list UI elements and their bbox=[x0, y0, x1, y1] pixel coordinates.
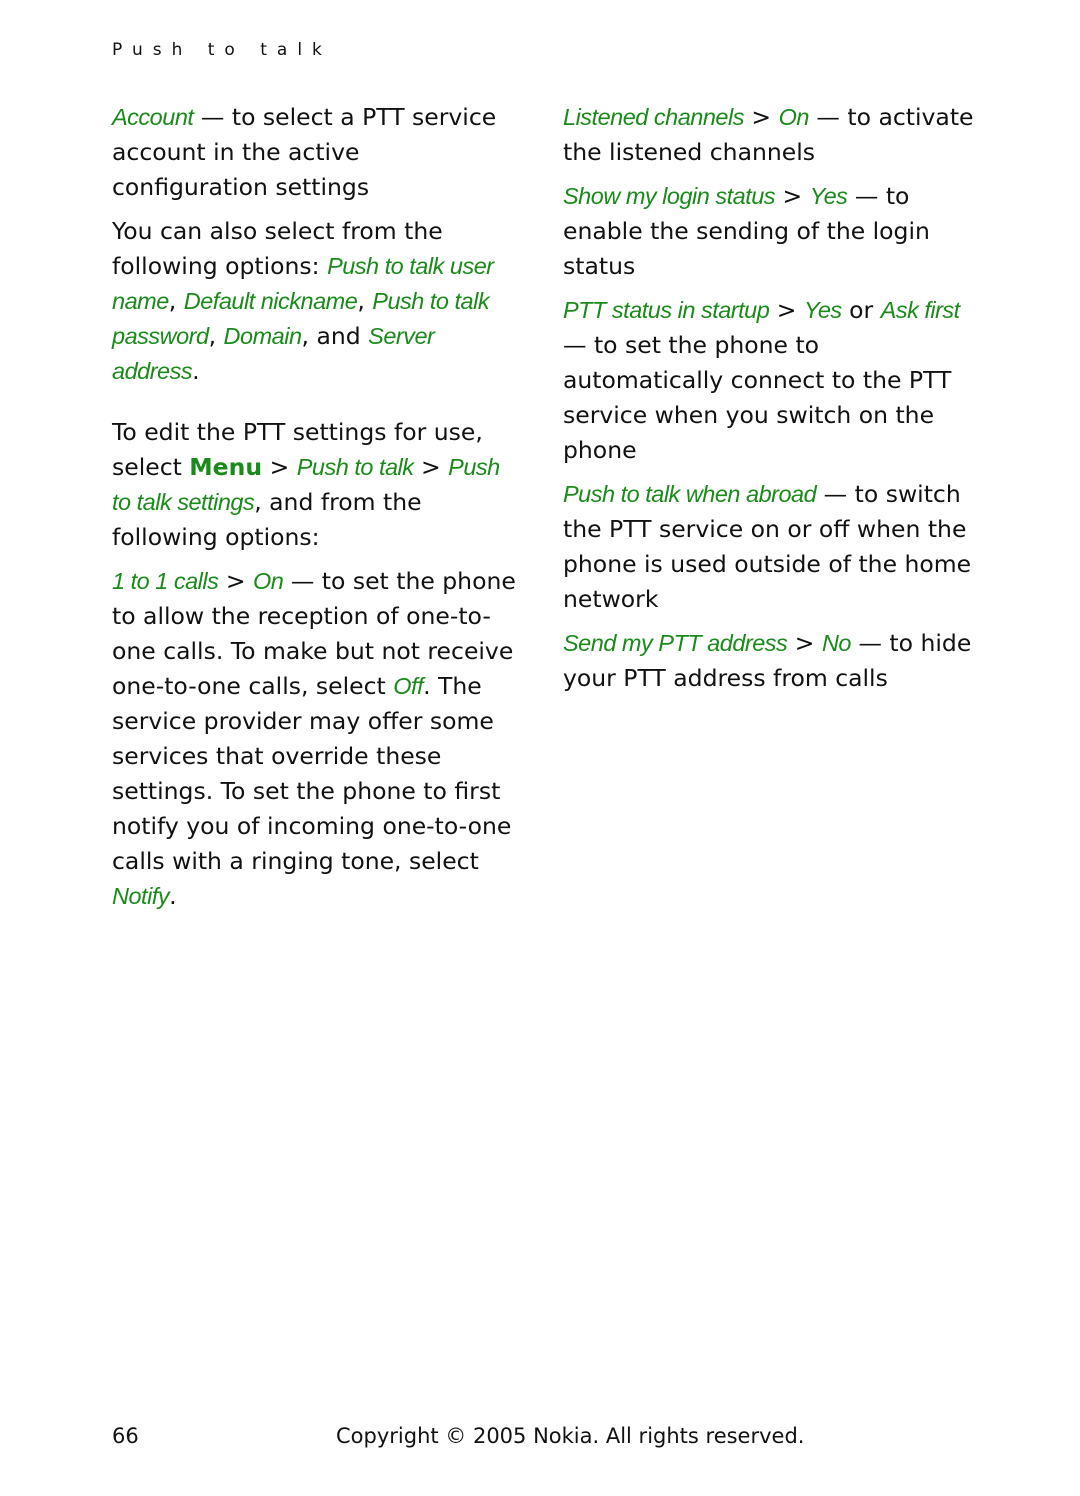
abroad-option: Push to talk when abroad — to switch the… bbox=[563, 477, 983, 617]
path-separator: > bbox=[262, 453, 297, 481]
right-column: Listened channels > On — to activate the… bbox=[563, 100, 983, 705]
menu-path-item: Push to talk bbox=[296, 454, 414, 480]
send-address-option: Send my PTT address > No — to hide your … bbox=[563, 626, 983, 696]
path-separator: > bbox=[218, 567, 253, 595]
separator: , bbox=[357, 287, 373, 315]
path-separator: > bbox=[787, 629, 822, 657]
option-term: 1 to 1 calls bbox=[112, 568, 219, 594]
copyright-notice: Copyright © 2005 Nokia. All rights reser… bbox=[336, 1424, 805, 1448]
option-value: No bbox=[821, 630, 852, 656]
account-option: Account — to select a PTT service accoun… bbox=[112, 100, 522, 205]
option-term: Send my PTT address bbox=[563, 630, 788, 656]
option-value: Ask first bbox=[880, 297, 961, 323]
path-separator: > bbox=[775, 182, 810, 210]
separator: . bbox=[169, 882, 177, 910]
path-separator: > bbox=[413, 453, 449, 481]
separator: , bbox=[208, 322, 224, 350]
option-term: Account bbox=[112, 104, 194, 130]
option-desc: . The service provider may offer some se… bbox=[112, 672, 512, 875]
separator: , and bbox=[301, 322, 369, 350]
option-value: Yes bbox=[803, 297, 842, 323]
separator: , bbox=[168, 287, 184, 315]
path-separator: > bbox=[769, 296, 804, 324]
option-term: PTT status in startup bbox=[563, 297, 770, 323]
separator: . bbox=[192, 357, 200, 385]
path-separator: > bbox=[743, 103, 779, 131]
left-column: Account — to select a PTT service accoun… bbox=[112, 100, 522, 923]
option-term: Listened channels bbox=[563, 104, 744, 130]
also-select-paragraph: You can also select from the following o… bbox=[112, 214, 522, 389]
option-value: On bbox=[252, 568, 284, 594]
option-value: Notify bbox=[112, 883, 170, 909]
option-value: Yes bbox=[809, 183, 848, 209]
menu-key: Menu bbox=[189, 453, 263, 481]
startup-status-option: PTT status in startup > Yes or Ask first… bbox=[563, 293, 983, 468]
page-number: 66 bbox=[112, 1424, 139, 1448]
option-term: Show my login status bbox=[563, 183, 776, 209]
edit-settings-paragraph: To edit the PTT settings for use, select… bbox=[112, 415, 522, 555]
option-desc: — to set the phone to automatically conn… bbox=[563, 331, 952, 464]
option-value: Off bbox=[393, 673, 424, 699]
option-value: On bbox=[778, 104, 810, 130]
option-term: Domain bbox=[223, 323, 302, 349]
listened-channels-option: Listened channels > On — to activate the… bbox=[563, 100, 983, 170]
option-term: Default nickname bbox=[183, 288, 358, 314]
section-header: Push to talk bbox=[112, 40, 332, 60]
option-term: Push to talk when abroad bbox=[563, 481, 817, 507]
separator: or bbox=[841, 296, 881, 324]
login-status-option: Show my login status > Yes — to enable t… bbox=[563, 179, 983, 284]
one-to-one-option: 1 to 1 calls > On — to set the phone to … bbox=[112, 564, 522, 914]
